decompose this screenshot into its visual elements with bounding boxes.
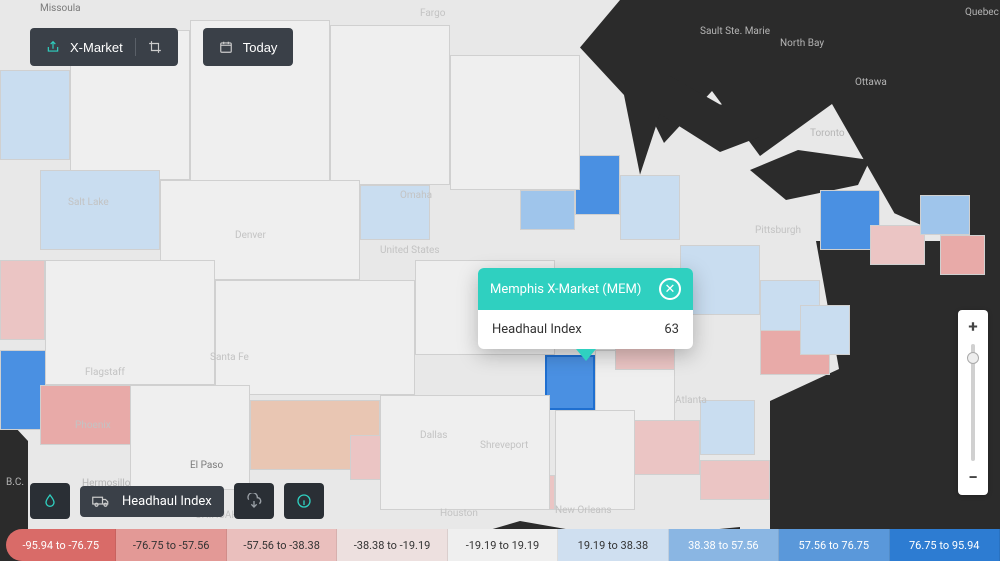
legend-cell: -95.94 to -76.75 (6, 529, 116, 561)
metric-selector-button[interactable]: X-Market (30, 28, 178, 66)
map-region[interactable] (40, 385, 140, 445)
map-region[interactable] (130, 385, 250, 490)
map-region[interactable] (700, 400, 755, 455)
map-region[interactable] (215, 280, 415, 395)
map-region[interactable] (520, 190, 575, 230)
map-region[interactable] (920, 195, 970, 235)
legend-cell: -57.56 to -38.38 (227, 529, 337, 561)
popup-metric-value: 63 (664, 322, 679, 337)
map-region[interactable] (330, 25, 450, 185)
popup-tail (576, 349, 596, 361)
map-region[interactable] (555, 410, 635, 510)
map-region[interactable] (40, 170, 160, 250)
zoom-slider-thumb[interactable] (967, 352, 979, 364)
metric-selector-label: X-Market (70, 40, 123, 55)
map-region[interactable] (0, 70, 70, 160)
map-region[interactable] (575, 155, 620, 215)
date-selector-button[interactable]: Today (203, 28, 294, 66)
zoom-in-button[interactable]: + (958, 316, 988, 338)
legend-cell: 38.38 to 57.56 (669, 529, 779, 561)
bottom-controls: Headhaul Index (30, 483, 324, 519)
popup-header: Memphis X-Market (MEM) ✕ (478, 268, 693, 310)
crop-icon (148, 40, 162, 54)
popup-title: Memphis X-Market (MEM) (490, 282, 641, 297)
map-region[interactable] (45, 260, 215, 385)
legend-cell: -19.19 to 19.19 (448, 529, 558, 561)
region-grid (0, 0, 1000, 526)
droplet-button[interactable] (30, 483, 70, 519)
market-popup: Memphis X-Market (MEM) ✕ Headhaul Index … (478, 268, 693, 349)
info-button[interactable] (284, 483, 324, 519)
download-button[interactable] (234, 483, 274, 519)
zoom-slider[interactable] (971, 344, 975, 461)
map-region[interactable] (800, 305, 850, 355)
index-selector-button[interactable]: Headhaul Index (80, 486, 224, 517)
map-region[interactable] (700, 460, 770, 500)
zoom-out-button[interactable]: − (958, 467, 988, 489)
map-region[interactable] (870, 225, 925, 265)
close-icon[interactable]: ✕ (659, 278, 681, 300)
legend-cell: -38.38 to -19.19 (337, 529, 447, 561)
truck-icon (92, 494, 110, 508)
index-selector-label: Headhaul Index (122, 494, 212, 509)
legend-cell: 19.19 to 38.38 (558, 529, 668, 561)
popup-body: Headhaul Index 63 (478, 310, 693, 349)
legend-cell: 57.56 to 76.75 (779, 529, 889, 561)
date-selector-label: Today (243, 40, 278, 55)
map-region[interactable] (360, 185, 430, 240)
legend-cell: -76.75 to -57.56 (116, 529, 226, 561)
top-controls: X-Market Today (30, 28, 293, 66)
zoom-control: + − (958, 310, 988, 495)
map-region[interactable] (450, 55, 580, 190)
map-region[interactable] (0, 260, 45, 340)
map-region[interactable] (630, 420, 700, 475)
calendar-icon (219, 40, 233, 54)
map-region-selected[interactable] (545, 355, 595, 410)
divider (135, 38, 136, 56)
map-region[interactable] (620, 175, 680, 240)
legend: -95.94 to -76.75-76.75 to -57.56-57.56 t… (0, 529, 1000, 561)
share-icon (46, 40, 60, 54)
map-region[interactable] (380, 395, 550, 510)
legend-cell: 76.75 to 95.94 (890, 529, 1000, 561)
popup-metric-label: Headhaul Index (492, 322, 582, 337)
map-region[interactable] (940, 235, 985, 275)
